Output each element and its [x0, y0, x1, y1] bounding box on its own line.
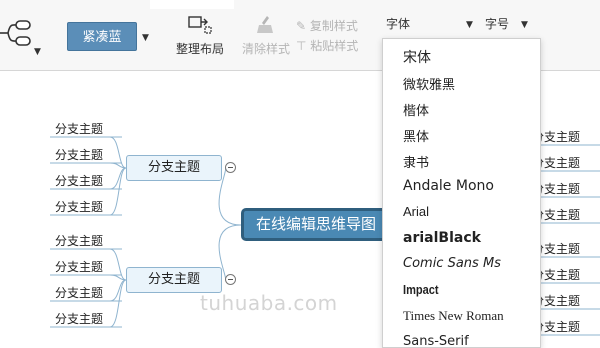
font-option[interactable]: 黑体: [403, 126, 429, 145]
leaf-topic[interactable]: 分支主题: [55, 311, 103, 327]
font-option[interactable]: Andale Mono: [403, 178, 494, 194]
font-option[interactable]: 宋体: [403, 47, 431, 67]
branch-topic[interactable]: 分支主题: [126, 155, 222, 181]
leaf-topic[interactable]: 分支主题: [55, 147, 103, 163]
collapse-toggle-icon[interactable]: [225, 274, 236, 285]
font-option[interactable]: Impact: [403, 282, 439, 297]
leaf-topic[interactable]: 分支主题: [55, 285, 103, 301]
font-option[interactable]: Arial: [403, 204, 429, 219]
font-option[interactable]: 楷体: [403, 100, 429, 119]
font-option[interactable]: 微软雅黑: [403, 74, 455, 93]
branch-topic[interactable]: 分支主题: [126, 267, 222, 293]
root-topic[interactable]: 在线编辑思维导图: [241, 208, 391, 241]
leaf-topic[interactable]: 分支主题: [55, 199, 103, 215]
leaf-topic[interactable]: 分支主题: [55, 121, 103, 137]
font-option[interactable]: Comic Sans Ms: [403, 256, 501, 271]
font-family-dropdown: 宋体 微软雅黑 楷体 黑体 隶书 Andale Mono Arial arial…: [382, 38, 541, 348]
collapse-toggle-icon[interactable]: [225, 162, 236, 173]
font-option[interactable]: Sans-Serif: [403, 334, 469, 347]
font-option[interactable]: Times New Roman: [403, 308, 504, 324]
watermark: tuhuaba.com: [200, 291, 338, 315]
font-option[interactable]: 隶书: [403, 152, 429, 171]
leaf-topic[interactable]: 分支主题: [55, 173, 103, 189]
font-option[interactable]: arialBlack: [403, 230, 481, 246]
leaf-topic[interactable]: 分支主题: [55, 233, 103, 249]
leaf-topic[interactable]: 分支主题: [55, 259, 103, 275]
